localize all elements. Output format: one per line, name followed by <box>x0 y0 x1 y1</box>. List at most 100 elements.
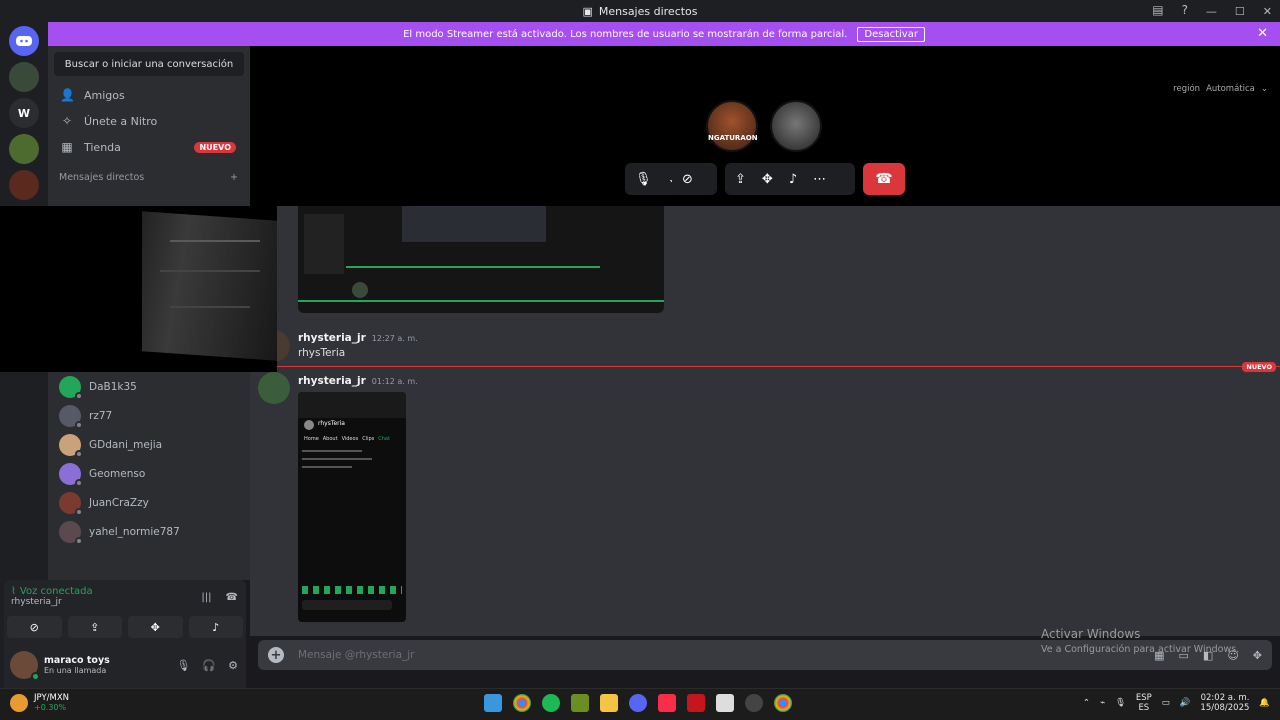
close-icon[interactable]: ✕ <box>1257 26 1268 41</box>
notification-bell-icon[interactable]: 🔔 <box>1259 698 1270 708</box>
nav-shop[interactable]: ▦ Tienda NUEVO <box>48 134 250 160</box>
dm-list-item[interactable]: GDdani_mejia <box>48 430 250 459</box>
screen-share-preview[interactable] <box>0 206 277 372</box>
apps-icon[interactable]: ✥ <box>1253 649 1262 662</box>
camera-off-icon[interactable]: ⊘ <box>682 172 693 187</box>
participant-caption: NGATURAON <box>708 134 758 142</box>
disconnect-icon[interactable]: ☎ <box>226 592 238 603</box>
language-indicator[interactable]: ESP ES <box>1136 693 1152 713</box>
phone-screenshot-attachment[interactable]: rhysTeria Home About Videos Clips Chat <box>298 392 406 622</box>
dm-name: Geomenso <box>89 467 146 480</box>
search-conversation-button[interactable]: Buscar o iniciar una conversación <box>54 52 244 76</box>
message-text: rhysTeria <box>298 347 346 359</box>
activities-button[interactable]: ✥ <box>128 616 183 638</box>
github-icon[interactable] <box>745 694 763 712</box>
notepad-icon[interactable] <box>716 694 734 712</box>
author-name[interactable]: rhysteria_jr <box>298 375 366 387</box>
ticker-widget[interactable]: JPY/MXN +0.30% <box>10 693 69 712</box>
headphones-icon[interactable]: 🎧 <box>202 659 216 672</box>
image-attachment[interactable] <box>298 206 664 313</box>
phone-tab: Clips <box>362 436 375 442</box>
activities-icon[interactable]: ✥ <box>762 172 773 187</box>
minecraft-icon[interactable] <box>571 694 589 712</box>
microphone-icon[interactable]: 🎙 <box>635 172 652 187</box>
windows-start-icon[interactable] <box>484 694 502 712</box>
hang-up-button[interactable]: ☎ <box>863 163 905 195</box>
camera-toggle-button[interactable]: ⊘ <box>7 616 62 638</box>
phone-tab: About <box>322 436 338 442</box>
camera-control-group[interactable]: ⊘ <box>672 163 716 195</box>
deactivate-button[interactable]: Desactivar <box>857 26 925 42</box>
plus-icon[interactable]: + <box>268 647 284 663</box>
phone-hangup-icon: ☎ <box>875 171 893 187</box>
clock[interactable]: 02:02 a. m. 15/08/2025 <box>1200 693 1249 713</box>
language-primary: ESP <box>1135 693 1152 703</box>
participant-avatar[interactable] <box>770 100 822 152</box>
dm-list: DaB1k35 rz77 GDdani_mejia Geomenso JuanCraZz… <box>48 372 250 546</box>
activation-subtitle: Ve a Configuración para activar Windows. <box>1041 644 1240 655</box>
help-icon[interactable]: ? <box>1182 3 1188 17</box>
gear-icon[interactable]: ⚙ <box>228 659 238 672</box>
chrome-profile-icon[interactable] <box>774 694 792 712</box>
dm-name: JuanCraZzy <box>89 496 149 509</box>
microphone-icon[interactable]: 🎙 <box>1115 698 1126 708</box>
dm-list-item[interactable]: Geomenso <box>48 459 250 488</box>
phone-tab: Videos <box>341 436 359 442</box>
add-dm-icon[interactable]: + <box>230 172 238 183</box>
server-icon[interactable] <box>9 62 39 92</box>
dm-list-item[interactable]: yahel_normie787 <box>48 517 250 546</box>
message: rhysteria_jr 12:27 a. m. rhysTeria <box>298 332 418 359</box>
folder-icon[interactable] <box>600 694 618 712</box>
spotify-icon[interactable] <box>542 694 560 712</box>
nav-friends[interactable]: 👤 Amigos <box>48 82 250 108</box>
discord-icon[interactable] <box>629 694 647 712</box>
chrome-icon[interactable] <box>513 694 531 712</box>
davinci-icon[interactable] <box>687 694 705 712</box>
region-selector[interactable]: región Automática ⌄ <box>1173 84 1268 94</box>
screen-share-icon[interactable]: ⇪ <box>735 172 746 187</box>
new-messages-divider <box>250 366 1280 367</box>
nitro-icon: ✧ <box>61 114 73 128</box>
more-icon[interactable]: ⋯ <box>813 172 826 187</box>
camera-off-icon: ⊘ <box>29 620 39 634</box>
server-w[interactable]: W <box>9 98 39 128</box>
display-icon[interactable]: ▭ <box>1162 698 1170 708</box>
dm-list-item[interactable]: DaB1k35 <box>48 372 250 401</box>
soundboard-button[interactable]: ♪ <box>188 616 243 638</box>
speaker-icon[interactable]: 🔊 <box>1180 698 1191 708</box>
participant-avatar[interactable]: NGATURAON <box>706 100 758 152</box>
avatar[interactable] <box>10 651 40 681</box>
username: maraco toys <box>44 655 110 666</box>
activities-icon: ✥ <box>150 620 160 634</box>
discord-home-button[interactable] <box>9 26 39 56</box>
region-label: región <box>1173 84 1201 94</box>
microphone-icon[interactable]: 🎙 <box>176 659 190 672</box>
network-icon[interactable]: ⌁ <box>1100 698 1105 708</box>
chevron-up-icon[interactable]: ⌃ <box>1083 698 1090 708</box>
author-name[interactable]: rhysteria_jr <box>298 332 366 344</box>
close-button[interactable]: ✕ <box>1263 5 1272 18</box>
avatar <box>59 462 83 487</box>
taskbar-apps <box>484 694 792 712</box>
timestamp: 01:12 a. m. <box>371 377 418 386</box>
author-avatar[interactable] <box>258 372 290 404</box>
window-title: Mensajes directos <box>598 4 698 18</box>
message-input[interactable]: Mensaje @rhysteria_jr <box>298 649 415 661</box>
maximize-button[interactable]: ☐ <box>1235 5 1245 18</box>
voice-buttons: ⊘ ⇪ ✥ ♪ <box>4 616 246 638</box>
screen-share-button[interactable]: ⇪ <box>67 616 122 638</box>
soundboard-icon[interactable]: ♪ <box>789 172 797 187</box>
voice-status[interactable]: Voz conectada <box>20 586 93 597</box>
dm-list-item[interactable]: rz77 <box>48 401 250 430</box>
noise-suppression-icon[interactable]: ||| <box>201 592 211 603</box>
dm-list-item[interactable]: JuanCraZzy <box>48 488 250 517</box>
music-icon[interactable] <box>658 694 676 712</box>
server-icon[interactable] <box>9 134 39 164</box>
server-icon[interactable] <box>9 170 39 200</box>
nav-nitro[interactable]: ✧ Únete a Nitro <box>48 108 250 134</box>
minimize-button[interactable]: — <box>1206 5 1217 18</box>
streamer-mode-banner: El modo Streamer está activado. Los nomb… <box>48 22 1280 46</box>
windows-taskbar: JPY/MXN +0.30% ⌃ ⌁ 🎙 ESP ES ▭ 🔊 02:02 a.… <box>0 688 1280 720</box>
ticker-label: JPY/MXN <box>34 693 70 703</box>
inbox-icon[interactable]: ▤ <box>1152 3 1163 17</box>
